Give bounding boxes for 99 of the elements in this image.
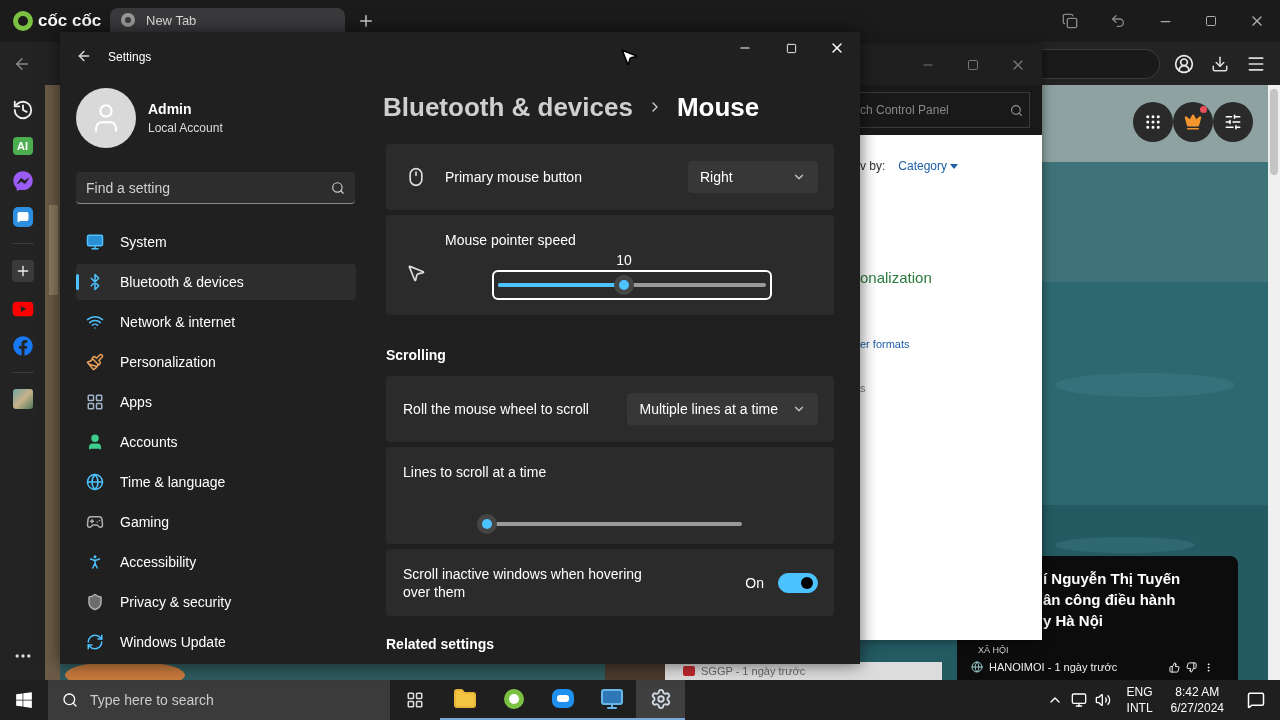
- nav-item[interactable]: Network & internet: [76, 304, 356, 340]
- control-panel-link[interactable]: onalization: [860, 269, 1042, 286]
- page-title: Mouse: [676, 91, 760, 123]
- maximize-icon[interactable]: [1205, 15, 1217, 27]
- account-type: Local Account: [148, 121, 223, 135]
- sliders-icon[interactable]: [1224, 113, 1242, 131]
- dislike-icon[interactable]: [1186, 661, 1198, 673]
- news-logo-icon: [683, 666, 695, 676]
- taskbar-search-field[interactable]: Type here to search: [48, 680, 390, 720]
- tab-screen-icon[interactable]: [1062, 13, 1078, 29]
- paintbrush-icon: [86, 353, 104, 371]
- chat-app-icon: [550, 687, 575, 711]
- chat-app-icon[interactable]: [12, 207, 33, 227]
- cursor-icon: [619, 47, 639, 67]
- facebook-icon[interactable]: [12, 336, 33, 356]
- scrollbar-thumb[interactable]: [1270, 89, 1278, 175]
- add-icon[interactable]: [11, 260, 34, 282]
- nav-item[interactable]: Accounts: [76, 424, 356, 460]
- profile-icon[interactable]: [1174, 53, 1194, 74]
- browser-tab[interactable]: New Tab: [110, 8, 345, 32]
- news-headline: y Hà Nội: [1043, 611, 1104, 631]
- setting-label: Mouse pointer speed: [445, 231, 577, 249]
- clock[interactable]: 8:42 AM 6/27/2024: [1170, 684, 1224, 716]
- section-heading: Related settings: [386, 636, 496, 654]
- section-heading: Scrolling: [386, 347, 447, 365]
- new-tab-icon[interactable]: [357, 12, 375, 30]
- wifi-icon: [86, 313, 104, 331]
- nav-item[interactable]: Windows Update: [76, 624, 356, 660]
- globe-icon: [971, 661, 983, 673]
- monitor-icon: [86, 233, 104, 251]
- toggle-state: On: [745, 574, 764, 591]
- search-icon[interactable]: [1010, 103, 1023, 117]
- dropdown[interactable]: Multiple lines at a time: [627, 393, 818, 425]
- view-by-dropdown[interactable]: Category: [898, 159, 959, 173]
- setting-label: Primary mouse button: [445, 168, 582, 186]
- start-icon[interactable]: [15, 691, 33, 709]
- logo-icon: [12, 10, 34, 32]
- network-icon[interactable]: [1070, 692, 1087, 708]
- news-source: HANOIMOI - 1 ngày trước: [989, 661, 1118, 673]
- news-headline: í Nguyễn Thị Tuyến: [1043, 569, 1182, 589]
- avatar: [76, 88, 136, 148]
- nav-item[interactable]: Privacy & security: [76, 584, 356, 620]
- setting-label: Scroll inactive windows when hovering over them: [403, 564, 643, 601]
- breadcrumb-link[interactable]: Bluetooth & devices: [383, 91, 633, 123]
- history-icon[interactable]: [11, 99, 34, 121]
- setting-label: Roll the mouse wheel to scroll: [403, 400, 589, 418]
- refresh-icon: [86, 633, 104, 651]
- language-indicator[interactable]: ENG INTL: [1126, 684, 1153, 716]
- mouse-icon: [406, 167, 426, 187]
- folder-icon: [452, 687, 477, 711]
- taskbar-app[interactable]: [636, 680, 685, 720]
- user-name: Admin: [148, 101, 193, 117]
- search-icon[interactable]: [62, 692, 78, 708]
- notification-icon[interactable]: [1247, 691, 1265, 709]
- news-source: SGGP - 1 ngày trước: [701, 665, 806, 677]
- search-icon[interactable]: [331, 180, 345, 195]
- notification-dot: [1200, 106, 1207, 113]
- view-by-label: v by:: [860, 159, 886, 173]
- search-field[interactable]: ch Control Panel: [860, 92, 1030, 128]
- gear-icon: [649, 688, 672, 710]
- search-field[interactable]: Find a setting: [76, 172, 355, 204]
- news-category: XÃ HỘI: [978, 645, 1010, 655]
- nav-item[interactable]: System: [76, 224, 356, 260]
- task-view-icon[interactable]: [406, 691, 424, 709]
- dots-grid-icon[interactable]: [1144, 113, 1162, 131]
- dropdown[interactable]: Right: [688, 161, 818, 193]
- control-panel-link[interactable]: er formats: [860, 338, 1042, 350]
- download-icon[interactable]: [1211, 54, 1229, 73]
- nav-item[interactable]: Bluetooth & devices: [76, 264, 356, 300]
- shield-icon: [86, 593, 104, 611]
- tab-favicon-icon: [120, 12, 136, 28]
- nav-item[interactable]: Personalization: [76, 344, 356, 380]
- person-icon: [86, 433, 104, 451]
- browser-logo: cốc cốc: [38, 11, 102, 31]
- control-panel-link[interactable]: s: [860, 382, 1042, 394]
- nav-item[interactable]: Gaming: [76, 504, 356, 540]
- globe-icon: [86, 473, 104, 491]
- nav-item[interactable]: Apps: [76, 384, 356, 420]
- volume-icon[interactable]: [1094, 692, 1111, 708]
- control-panel-icon: [599, 687, 624, 711]
- nav-item[interactable]: Accessibility: [76, 544, 356, 580]
- window-title: Settings: [108, 50, 152, 64]
- pointer-icon: [406, 263, 426, 283]
- slider-thumb[interactable]: [613, 275, 634, 295]
- nav-item[interactable]: Time & language: [76, 464, 356, 500]
- toggle-switch[interactable]: [778, 572, 818, 593]
- slider-value: 10: [616, 252, 632, 268]
- grid-icon: [86, 393, 104, 411]
- messenger-icon[interactable]: [12, 171, 33, 191]
- like-icon[interactable]: [1169, 661, 1181, 673]
- undo-arrow-icon[interactable]: [1110, 13, 1126, 29]
- gamepad-icon: [86, 513, 104, 531]
- back-icon[interactable]: [76, 48, 92, 64]
- crown-icon[interactable]: [1184, 113, 1202, 131]
- setting-label: Lines to scroll at a time: [403, 463, 548, 481]
- app-thumbnail-icon[interactable]: [12, 389, 33, 409]
- browser-icon: [502, 688, 525, 710]
- slider-thumb[interactable]: [476, 514, 497, 534]
- news-headline: ân công điều hành: [1043, 590, 1177, 610]
